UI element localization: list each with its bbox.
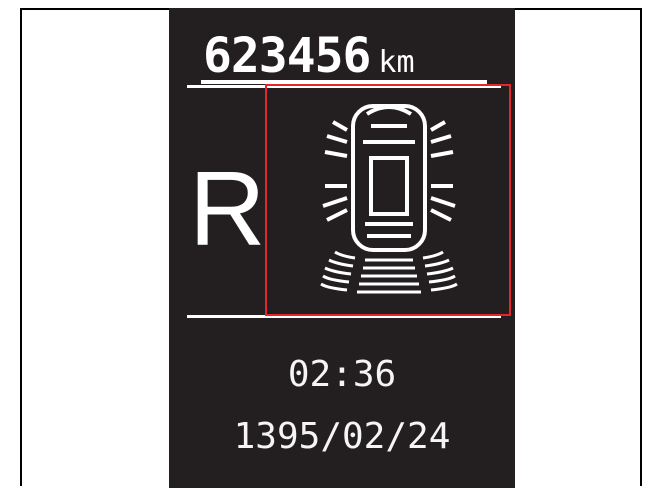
odometer: 623456 km	[203, 28, 415, 84]
date: 1395/02/24	[233, 416, 451, 457]
odometer-value: 623456	[203, 28, 371, 84]
odometer-unit: km	[378, 45, 415, 80]
gear-indicator: R	[189, 150, 266, 268]
clock: 02:36	[287, 354, 397, 395]
parking-assist-panel	[265, 84, 511, 316]
parking-assist-icon	[320, 104, 458, 294]
cluster-display: 623456 km R 02:36 1395/02/24	[169, 8, 515, 488]
